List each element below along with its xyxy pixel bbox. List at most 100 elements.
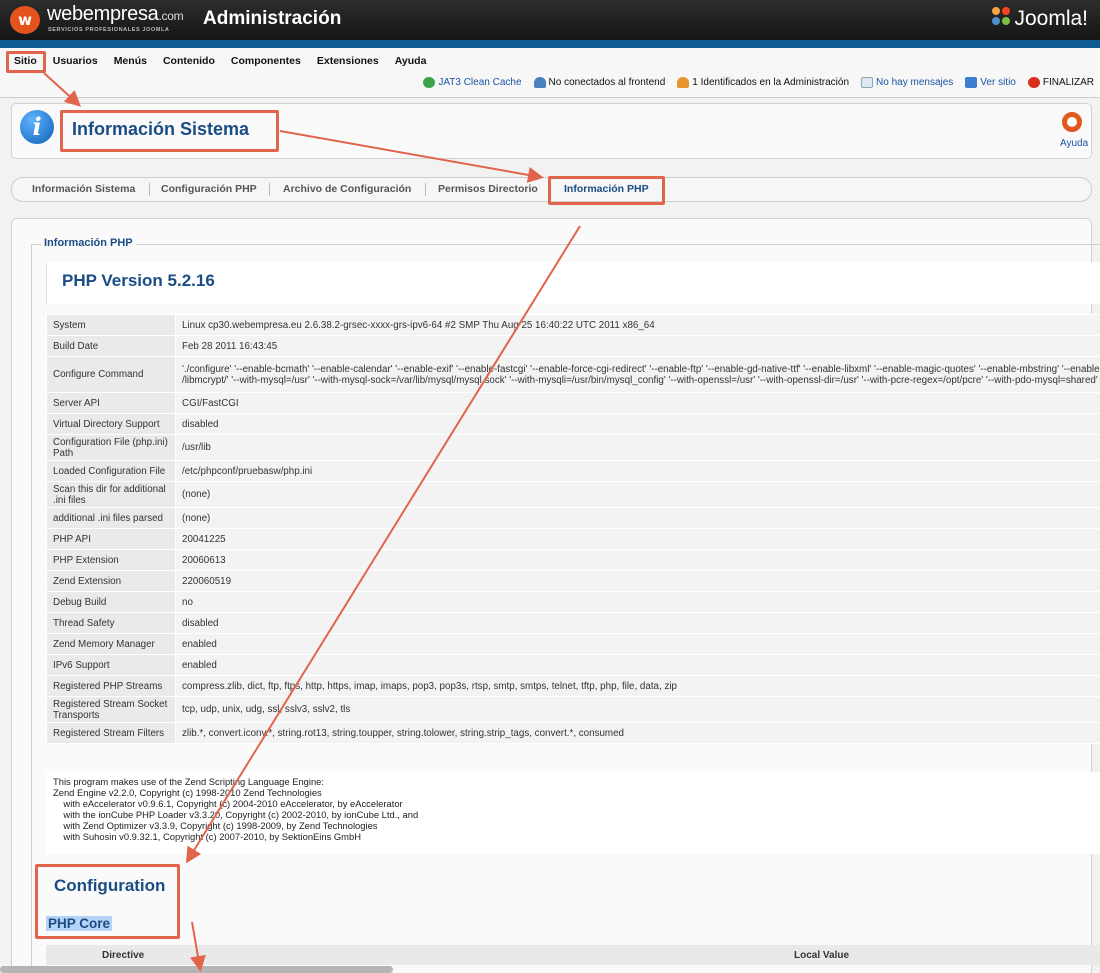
phpinfo-value: enabled xyxy=(175,633,1100,655)
tab-divider xyxy=(549,183,550,196)
tab-informacion-sistema[interactable]: Información Sistema xyxy=(32,183,135,195)
phpinfo-key: Thread Safety xyxy=(46,612,176,634)
config-table-header: Directive Local Value xyxy=(46,945,1100,965)
phpinfo-value: compress.zlib, dict, ftp, ftps, http, ht… xyxy=(175,675,1100,697)
phpinfo-key: Loaded Configuration File xyxy=(46,460,176,482)
view-site-label: Ver sitio xyxy=(980,77,1016,88)
phpinfo-key: Registered PHP Streams xyxy=(46,675,176,697)
brand-name: webempresa.com xyxy=(47,3,184,26)
monitor-icon xyxy=(965,77,978,88)
credits-line: This program makes use of the Zend Scrip… xyxy=(53,776,324,787)
phpinfo-table: System Linux cp30.webempresa.eu 2.6.38.2-… xyxy=(46,314,1100,744)
phpinfo-row: Zend Extension 220060519 xyxy=(46,570,1100,592)
phpinfo-key: Scan this dir for additional .ini files xyxy=(46,481,176,508)
phpinfo-key: Build Date xyxy=(46,335,176,357)
phpinfo-row: Configuration File (php.ini) Path/usr/li… xyxy=(46,434,1100,461)
phpinfo-row: Debug Build no xyxy=(46,591,1100,613)
credits-line: with the ionCube PHP Loader v3.3.20, Cop… xyxy=(53,809,419,820)
users-icon xyxy=(533,77,546,88)
tab-divider xyxy=(425,183,426,196)
credits-line: with Zend Optimizer v3.3.9, Copyright (c… xyxy=(53,820,378,831)
phpinfo-row: Configure Command './configure' '--enable… xyxy=(46,356,1100,393)
tab-archivo-configuracion[interactable]: Archivo de Configuración xyxy=(283,183,411,195)
menu-ayuda[interactable]: Ayuda xyxy=(387,50,435,72)
phpinfo-key: Debug Build xyxy=(46,591,176,613)
phpinfo-row: Loaded Configuration File/etc/phpconf/pr… xyxy=(46,460,1100,482)
joomla-icon xyxy=(992,7,1012,27)
tab-divider xyxy=(269,183,270,196)
horizontal-scrollbar[interactable] xyxy=(0,966,393,973)
admin-users-status: 1 Identificados en la Administración xyxy=(677,77,849,88)
clean-cache-link[interactable]: JAT3 Clean Cache xyxy=(423,77,522,88)
menu-menus[interactable]: Menús xyxy=(106,50,155,72)
phpinfo-key: Registered Stream Filters xyxy=(46,722,176,744)
phpinfo-value: CGI/FastCGI xyxy=(175,392,1100,414)
phpinfo-value: Linux cp30.webempresa.eu 2.6.38.2-grsec-… xyxy=(175,314,1100,336)
phpinfo-value: /usr/lib xyxy=(175,434,1100,461)
joomla-logo: Joomla! xyxy=(992,7,1088,31)
phpinfo-key: Zend Extension xyxy=(46,570,176,592)
brand-suffix: .com xyxy=(158,9,184,23)
menu-componentes[interactable]: Componentes xyxy=(223,50,309,72)
php-core-heading: PHP Core xyxy=(46,916,113,931)
phpinfo-row: Zend Memory Manager enabled xyxy=(46,633,1100,655)
logout-label: FINALIZAR xyxy=(1042,77,1094,88)
phpinfo-key: Zend Memory Manager xyxy=(46,633,176,655)
phpinfo-key: Registered Stream Socket Transports xyxy=(46,696,176,723)
phpinfo-value-line: /libmcrypt/' '--with-mysql=/usr' '--with… xyxy=(182,374,1100,386)
phpinfo-row: Registered Stream Socket Transports tcp, … xyxy=(46,696,1100,723)
credits-line: with Suhosin v0.9.32.1, Copyright (c) 20… xyxy=(53,831,361,842)
phpinfo-value: 20060613 xyxy=(175,549,1100,571)
phpinfo-key: IPv6 Support xyxy=(46,654,176,676)
admin-users-icon xyxy=(677,77,690,88)
phpinfo-row: Registered Stream Filters zlib.*, convert… xyxy=(46,722,1100,744)
directive-column-header: Directive xyxy=(102,950,145,961)
tab-permisos-directorio[interactable]: Permisos Directorio xyxy=(438,183,538,195)
menu-usuarios[interactable]: Usuarios xyxy=(45,50,106,72)
tab-configuracion-php[interactable]: Configuración PHP xyxy=(161,183,257,195)
messages-link[interactable]: No hay mensajes xyxy=(861,77,953,88)
main-menu: Sitio Usuarios Menús Contenido Component… xyxy=(6,50,434,72)
brand-text: webempresa xyxy=(47,3,159,25)
phpinfo-value: (none) xyxy=(175,481,1100,508)
phpinfo-value: disabled xyxy=(175,413,1100,435)
status-bar: JAT3 Clean Cache No conectados al fronte… xyxy=(423,77,1094,88)
phpinfo-value: disabled xyxy=(175,612,1100,634)
help-button[interactable]: Ayuda xyxy=(1060,138,1088,149)
php-version-title: PHP Version 5.2.16 xyxy=(62,271,215,290)
phpinfo-value: Feb 28 2011 16:43:45 xyxy=(175,335,1100,357)
phpinfo-key: PHP API xyxy=(46,528,176,550)
phpinfo-row: System Linux cp30.webempresa.eu 2.6.38.2-… xyxy=(46,314,1100,336)
clean-cache-label: JAT3 Clean Cache xyxy=(438,77,522,88)
frontend-users-label: No conectados al frontend xyxy=(548,77,666,88)
phpinfo-row: additional .ini files parsed (none) xyxy=(46,507,1100,529)
phpinfo-row: PHP Extension 20060613 xyxy=(46,549,1100,571)
phpinfo-row: Thread Safety disabled xyxy=(46,612,1100,634)
phpinfo-row: PHP API 20041225 xyxy=(46,528,1100,550)
mail-icon xyxy=(861,77,874,88)
phpinfo-value: 220060519 xyxy=(175,570,1100,592)
phpinfo-key: Server API xyxy=(46,392,176,414)
logout-button[interactable]: FINALIZAR xyxy=(1027,77,1094,88)
menu-extensiones[interactable]: Extensiones xyxy=(309,50,387,72)
phpinfo-row: Registered PHP Streams compress.zlib, dic… xyxy=(46,675,1100,697)
menu-contenido[interactable]: Contenido xyxy=(155,50,223,72)
phpinfo-key: additional .ini files parsed xyxy=(46,507,176,529)
phpinfo-value: no xyxy=(175,591,1100,613)
view-site-link[interactable]: Ver sitio xyxy=(965,77,1016,88)
phpinfo-key: System xyxy=(46,314,176,336)
joomla-wordmark: Joomla! xyxy=(1014,7,1088,30)
tab-informacion-php[interactable]: Información PHP xyxy=(564,183,649,195)
brand-tagline: SERVICIOS PROFESIONALES JOOMLA xyxy=(48,27,170,33)
lifebuoy-icon[interactable] xyxy=(1062,112,1082,132)
info-icon: i xyxy=(20,110,54,144)
frontend-users-status: No conectados al frontend xyxy=(533,77,666,88)
recycle-icon xyxy=(423,77,436,88)
webempresa-logo-icon: w xyxy=(10,6,40,34)
menu-sitio[interactable]: Sitio xyxy=(6,50,45,72)
phpinfo-value: (none) xyxy=(175,507,1100,529)
credits-line: with eAccelerator v0.9.6.1, Copyright (c… xyxy=(53,798,403,809)
phpinfo-value: tcp, udp, unix, udg, ssl, sslv3, sslv2, … xyxy=(175,696,1100,723)
credits-line: Zend Engine v2.2.0, Copyright (c) 1998-2… xyxy=(53,787,322,798)
phpinfo-legend: Información PHP xyxy=(41,237,136,249)
